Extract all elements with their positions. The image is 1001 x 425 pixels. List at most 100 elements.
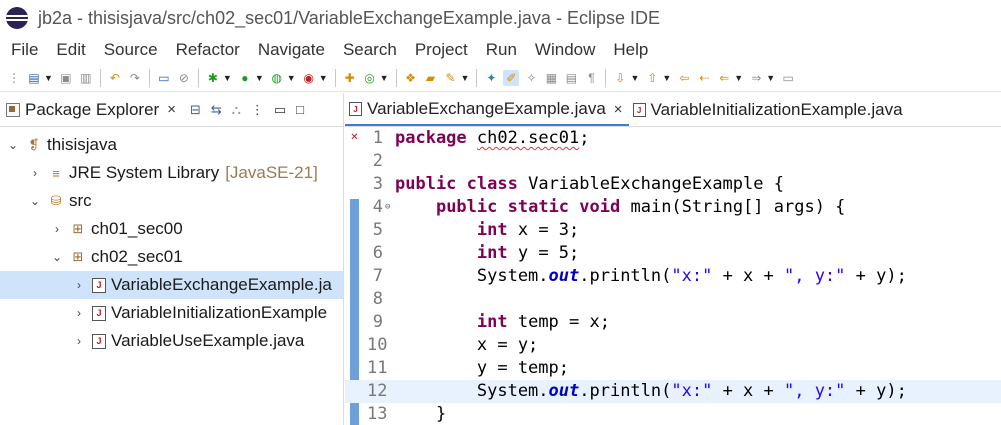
new-dropdown-icon[interactable]: ▼ [44,73,53,83]
external-tools-icon[interactable]: ◉ [301,70,317,86]
menu-edit[interactable]: Edit [47,40,94,60]
debug-icon[interactable]: ✱ [205,70,221,86]
expand-icon[interactable]: › [28,166,42,180]
expand-icon[interactable]: › [72,278,86,292]
run-icon[interactable]: ● [237,70,253,86]
highlight-icon[interactable]: ✐ [503,69,520,86]
run-dropdown-icon[interactable]: ▼ [255,73,264,83]
code-line[interactable]: 4 public static void main(String[] args)… [345,196,1001,219]
debug-dropdown-icon[interactable]: ▼ [223,73,232,83]
filter-icon[interactable]: ⛬ [232,102,241,118]
new-icon[interactable]: ▤ [26,70,42,86]
code-line[interactable]: 6 int y = 5; [345,242,1001,265]
coverage-dropdown-icon[interactable]: ▼ [287,73,296,83]
menu-run[interactable]: Run [477,40,526,60]
tree-item-project[interactable]: ⌄ ❡ thisisjava [0,131,343,159]
search-dropdown-icon[interactable]: ▼ [461,73,470,83]
prev-annotation-dropdown-icon[interactable]: ▼ [662,73,671,83]
code-line[interactable]: 3 public class VariableExchangeExample { [345,173,1001,196]
next-annotation-dropdown-icon[interactable]: ▼ [630,73,639,83]
new-class-icon[interactable]: ◎ [362,70,378,86]
whitespace-icon[interactable]: ▤ [563,70,579,86]
code-line[interactable]: 2 [345,150,1001,173]
expand-icon[interactable]: › [50,222,64,236]
code-line[interactable]: 13 } [345,403,1001,425]
tree-item-java-file[interactable]: › J VariableInitializationExample [0,299,343,327]
editor-tabbar: J VariableExchangeExample.java × J Varia… [345,93,1001,127]
editor-tab[interactable]: J VariableInitializationExample.java [629,94,909,126]
close-icon[interactable]: × [167,101,176,118]
coverage-icon[interactable]: ◍ [269,70,285,86]
menu-refactor[interactable]: Refactor [167,40,249,60]
last-edit-icon[interactable]: ⇦ [676,70,692,86]
open-type-icon[interactable]: ❖ [403,70,419,86]
save-all-icon[interactable]: ▥ [78,70,94,86]
tree-item-java-file[interactable]: › J VariableUseExample.java [0,327,343,355]
code-line[interactable]: 12 System.out.println("x:" + x + ", y:" … [345,380,1001,403]
expand-icon[interactable]: › [72,306,86,320]
open-folder-icon[interactable]: ▰ [423,70,439,86]
menu-window[interactable]: Window [526,40,604,60]
code-line[interactable]: 11 y = temp; [345,357,1001,380]
pilcrow-icon[interactable]: ¶ [583,70,599,86]
view-menu-icon[interactable]: ⋮ [251,102,264,118]
code-editor[interactable]: ✕ 1 package ch02.sec01; 2 3 public class Var… [345,127,1001,425]
code-line[interactable]: 10 x = y; [345,334,1001,357]
back-dropdown-icon[interactable]: ▼ [734,73,743,83]
code-line[interactable]: 7 System.out.println("x:" + x + ", y:" +… [345,265,1001,288]
new-package-icon[interactable]: ✚ [342,70,358,86]
expand-icon[interactable]: › [72,334,86,348]
maximize-icon[interactable]: □ [296,102,304,117]
editor-tab-label: VariableInitializationExample.java [650,100,903,119]
search-icon[interactable]: ✎ [443,70,459,86]
menu-search[interactable]: Search [334,40,406,60]
tree-item-package[interactable]: › ⊞ ch01_sec00 [0,215,343,243]
prev-annotation-icon[interactable]: ⇧ [644,70,660,86]
back-icon[interactable]: ⇠ [696,70,712,86]
tree-item-java-file[interactable]: › J VariableExchangeExample.ja [0,271,343,299]
external-tools-dropdown-icon[interactable]: ▼ [319,73,328,83]
tree-item-package[interactable]: ⌄ ⊞ ch02_sec01 [0,243,343,271]
menu-source[interactable]: Source [95,40,167,60]
tree-item-src[interactable]: ⌄ ⛁ src [0,187,343,215]
menu-help[interactable]: Help [604,40,657,60]
back-nav-icon[interactable]: ⇐ [716,70,732,86]
toggle-mark-icon[interactable]: ✦ [483,70,499,86]
terminal-icon[interactable]: ▭ [156,70,172,86]
code-line[interactable]: 5 int x = 3; [345,219,1001,242]
menu-navigate[interactable]: Navigate [249,40,334,60]
forward-icon[interactable]: ⇒ [748,70,764,86]
new-class-dropdown-icon[interactable]: ▼ [380,73,389,83]
expand-icon[interactable]: ⌄ [28,194,42,208]
editor-tab-active[interactable]: J VariableExchangeExample.java × [345,94,629,126]
skip-breakpoints-icon[interactable]: ⊘ [176,70,192,86]
code-line[interactable]: 8 [345,288,1001,311]
code-line[interactable]: 1 package ch02.sec01; [345,127,1001,150]
menu-file[interactable]: File [2,40,47,60]
expand-icon[interactable]: ⌄ [50,250,64,264]
code-text: y = temp; [395,358,569,378]
menu-project[interactable]: Project [406,40,477,60]
code-text: public static void main(String[] args) { [435,197,846,217]
expand-icon[interactable]: ⌄ [6,138,20,152]
save-icon[interactable]: ▣ [58,70,74,86]
minimize-icon[interactable]: ▭ [274,102,286,118]
code-text: x = y; [395,335,539,355]
view-toolbar: ⊟ ⇆ ⛬ ⋮ ▭ □ [190,102,304,118]
link-with-editor-icon[interactable]: ⇆ [211,102,222,118]
tree-item-jre[interactable]: › ≡ JRE System Library [JavaSE-21] [0,159,343,187]
close-icon[interactable]: × [614,101,623,118]
code-line[interactable]: 9 int temp = x; [345,311,1001,334]
package-explorer-tab[interactable]: Package Explorer [25,100,159,120]
undo-icon[interactable]: ↶ [107,70,123,86]
block-selection-icon[interactable]: ▦ [543,70,559,86]
package-explorer-icon [6,102,20,117]
line-number: 8 [372,289,383,309]
next-annotation-icon[interactable]: ⇩ [612,70,628,86]
forward-dropdown-icon[interactable]: ▼ [766,73,775,83]
pin-editor-icon[interactable]: ▭ [780,70,796,86]
collapse-all-icon[interactable]: ⊟ [190,102,201,118]
eclipse-icon [6,7,28,29]
redo-icon[interactable]: ↷ [127,70,143,86]
annotation-icon[interactable]: ✧ [523,70,539,86]
